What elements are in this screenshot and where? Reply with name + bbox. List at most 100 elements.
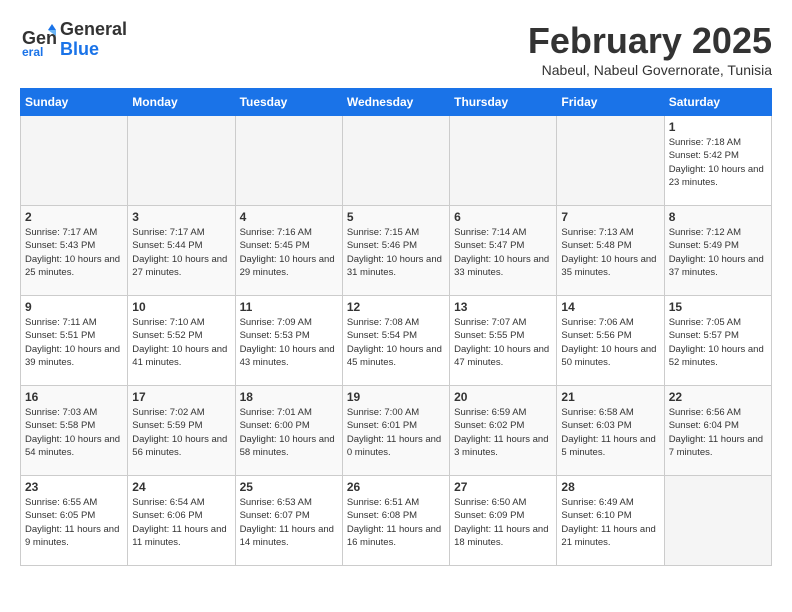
calendar-cell — [128, 116, 235, 206]
calendar-cell: 20 Sunrise: 6:59 AMSunset: 6:02 PMDaylig… — [450, 386, 557, 476]
calendar-cell: 14 Sunrise: 7:06 AMSunset: 5:56 PMDaylig… — [557, 296, 664, 386]
day-number: 22 — [669, 390, 767, 404]
cell-info: Sunrise: 7:12 AMSunset: 5:49 PMDaylight:… — [669, 227, 764, 278]
calendar-cell: 4 Sunrise: 7:16 AMSunset: 5:45 PMDayligh… — [235, 206, 342, 296]
week-row-1: 1 Sunrise: 7:18 AMSunset: 5:42 PMDayligh… — [21, 116, 772, 206]
week-row-5: 23 Sunrise: 6:55 AMSunset: 6:05 PMDaylig… — [21, 476, 772, 566]
logo-icon: Gen eral — [20, 22, 56, 58]
calendar-cell: 3 Sunrise: 7:17 AMSunset: 5:44 PMDayligh… — [128, 206, 235, 296]
day-number: 12 — [347, 300, 445, 314]
calendar-cell: 16 Sunrise: 7:03 AMSunset: 5:58 PMDaylig… — [21, 386, 128, 476]
weekday-header-sunday: Sunday — [21, 89, 128, 116]
calendar-cell: 10 Sunrise: 7:10 AMSunset: 5:52 PMDaylig… — [128, 296, 235, 386]
header: Gen eral General Blue February 2025 Nabe… — [20, 20, 772, 78]
day-number: 13 — [454, 300, 552, 314]
calendar-cell: 12 Sunrise: 7:08 AMSunset: 5:54 PMDaylig… — [342, 296, 449, 386]
cell-info: Sunrise: 6:54 AMSunset: 6:06 PMDaylight:… — [132, 497, 226, 548]
day-number: 10 — [132, 300, 230, 314]
calendar-table: SundayMondayTuesdayWednesdayThursdayFrid… — [20, 88, 772, 566]
calendar-cell: 21 Sunrise: 6:58 AMSunset: 6:03 PMDaylig… — [557, 386, 664, 476]
cell-info: Sunrise: 7:15 AMSunset: 5:46 PMDaylight:… — [347, 227, 442, 278]
week-row-4: 16 Sunrise: 7:03 AMSunset: 5:58 PMDaylig… — [21, 386, 772, 476]
week-row-2: 2 Sunrise: 7:17 AMSunset: 5:43 PMDayligh… — [21, 206, 772, 296]
calendar-cell — [664, 476, 771, 566]
calendar-cell: 15 Sunrise: 7:05 AMSunset: 5:57 PMDaylig… — [664, 296, 771, 386]
logo: Gen eral General Blue — [20, 20, 127, 60]
cell-info: Sunrise: 7:01 AMSunset: 6:00 PMDaylight:… — [240, 407, 335, 458]
weekday-header-tuesday: Tuesday — [235, 89, 342, 116]
weekday-header-thursday: Thursday — [450, 89, 557, 116]
cell-info: Sunrise: 7:05 AMSunset: 5:57 PMDaylight:… — [669, 317, 764, 368]
day-number: 11 — [240, 300, 338, 314]
day-number: 27 — [454, 480, 552, 494]
day-number: 5 — [347, 210, 445, 224]
cell-info: Sunrise: 6:50 AMSunset: 6:09 PMDaylight:… — [454, 497, 548, 548]
calendar-cell: 6 Sunrise: 7:14 AMSunset: 5:47 PMDayligh… — [450, 206, 557, 296]
calendar-cell — [21, 116, 128, 206]
calendar-cell: 17 Sunrise: 7:02 AMSunset: 5:59 PMDaylig… — [128, 386, 235, 476]
month-title: February 2025 — [528, 20, 772, 62]
day-number: 19 — [347, 390, 445, 404]
weekday-header-saturday: Saturday — [664, 89, 771, 116]
calendar-cell — [450, 116, 557, 206]
calendar-cell: 28 Sunrise: 6:49 AMSunset: 6:10 PMDaylig… — [557, 476, 664, 566]
day-number: 20 — [454, 390, 552, 404]
calendar-cell: 19 Sunrise: 7:00 AMSunset: 6:01 PMDaylig… — [342, 386, 449, 476]
calendar-cell: 25 Sunrise: 6:53 AMSunset: 6:07 PMDaylig… — [235, 476, 342, 566]
weekday-header-row: SundayMondayTuesdayWednesdayThursdayFrid… — [21, 89, 772, 116]
cell-info: Sunrise: 6:58 AMSunset: 6:03 PMDaylight:… — [561, 407, 655, 458]
calendar-cell: 22 Sunrise: 6:56 AMSunset: 6:04 PMDaylig… — [664, 386, 771, 476]
day-number: 17 — [132, 390, 230, 404]
day-number: 8 — [669, 210, 767, 224]
calendar-cell: 23 Sunrise: 6:55 AMSunset: 6:05 PMDaylig… — [21, 476, 128, 566]
calendar-cell — [557, 116, 664, 206]
calendar-cell: 9 Sunrise: 7:11 AMSunset: 5:51 PMDayligh… — [21, 296, 128, 386]
calendar-cell: 1 Sunrise: 7:18 AMSunset: 5:42 PMDayligh… — [664, 116, 771, 206]
weekday-header-wednesday: Wednesday — [342, 89, 449, 116]
cell-info: Sunrise: 6:51 AMSunset: 6:08 PMDaylight:… — [347, 497, 441, 548]
cell-info: Sunrise: 7:11 AMSunset: 5:51 PMDaylight:… — [25, 317, 120, 368]
cell-info: Sunrise: 7:14 AMSunset: 5:47 PMDaylight:… — [454, 227, 549, 278]
cell-info: Sunrise: 6:49 AMSunset: 6:10 PMDaylight:… — [561, 497, 655, 548]
cell-info: Sunrise: 7:06 AMSunset: 5:56 PMDaylight:… — [561, 317, 656, 368]
cell-info: Sunrise: 7:09 AMSunset: 5:53 PMDaylight:… — [240, 317, 335, 368]
cell-info: Sunrise: 7:13 AMSunset: 5:48 PMDaylight:… — [561, 227, 656, 278]
day-number: 24 — [132, 480, 230, 494]
week-row-3: 9 Sunrise: 7:11 AMSunset: 5:51 PMDayligh… — [21, 296, 772, 386]
logo-general: General — [60, 20, 127, 40]
cell-info: Sunrise: 7:17 AMSunset: 5:44 PMDaylight:… — [132, 227, 227, 278]
cell-info: Sunrise: 6:56 AMSunset: 6:04 PMDaylight:… — [669, 407, 763, 458]
day-number: 1 — [669, 120, 767, 134]
calendar-cell: 2 Sunrise: 7:17 AMSunset: 5:43 PMDayligh… — [21, 206, 128, 296]
calendar-cell — [342, 116, 449, 206]
calendar-cell: 11 Sunrise: 7:09 AMSunset: 5:53 PMDaylig… — [235, 296, 342, 386]
weekday-header-friday: Friday — [557, 89, 664, 116]
day-number: 21 — [561, 390, 659, 404]
calendar-cell: 24 Sunrise: 6:54 AMSunset: 6:06 PMDaylig… — [128, 476, 235, 566]
calendar-cell: 5 Sunrise: 7:15 AMSunset: 5:46 PMDayligh… — [342, 206, 449, 296]
title-area: February 2025 Nabeul, Nabeul Governorate… — [528, 20, 772, 78]
cell-info: Sunrise: 7:18 AMSunset: 5:42 PMDaylight:… — [669, 137, 764, 188]
cell-info: Sunrise: 7:10 AMSunset: 5:52 PMDaylight:… — [132, 317, 227, 368]
cell-info: Sunrise: 7:17 AMSunset: 5:43 PMDaylight:… — [25, 227, 120, 278]
cell-info: Sunrise: 6:53 AMSunset: 6:07 PMDaylight:… — [240, 497, 334, 548]
day-number: 26 — [347, 480, 445, 494]
day-number: 16 — [25, 390, 123, 404]
day-number: 18 — [240, 390, 338, 404]
day-number: 14 — [561, 300, 659, 314]
day-number: 15 — [669, 300, 767, 314]
day-number: 6 — [454, 210, 552, 224]
cell-info: Sunrise: 6:59 AMSunset: 6:02 PMDaylight:… — [454, 407, 548, 458]
cell-info: Sunrise: 7:07 AMSunset: 5:55 PMDaylight:… — [454, 317, 549, 368]
weekday-header-monday: Monday — [128, 89, 235, 116]
logo-blue: Blue — [60, 40, 127, 60]
calendar-cell: 26 Sunrise: 6:51 AMSunset: 6:08 PMDaylig… — [342, 476, 449, 566]
svg-text:eral: eral — [22, 45, 43, 58]
cell-info: Sunrise: 7:00 AMSunset: 6:01 PMDaylight:… — [347, 407, 441, 458]
cell-info: Sunrise: 7:16 AMSunset: 5:45 PMDaylight:… — [240, 227, 335, 278]
cell-info: Sunrise: 6:55 AMSunset: 6:05 PMDaylight:… — [25, 497, 119, 548]
calendar-cell: 8 Sunrise: 7:12 AMSunset: 5:49 PMDayligh… — [664, 206, 771, 296]
day-number: 7 — [561, 210, 659, 224]
calendar-cell — [235, 116, 342, 206]
cell-info: Sunrise: 7:02 AMSunset: 5:59 PMDaylight:… — [132, 407, 227, 458]
